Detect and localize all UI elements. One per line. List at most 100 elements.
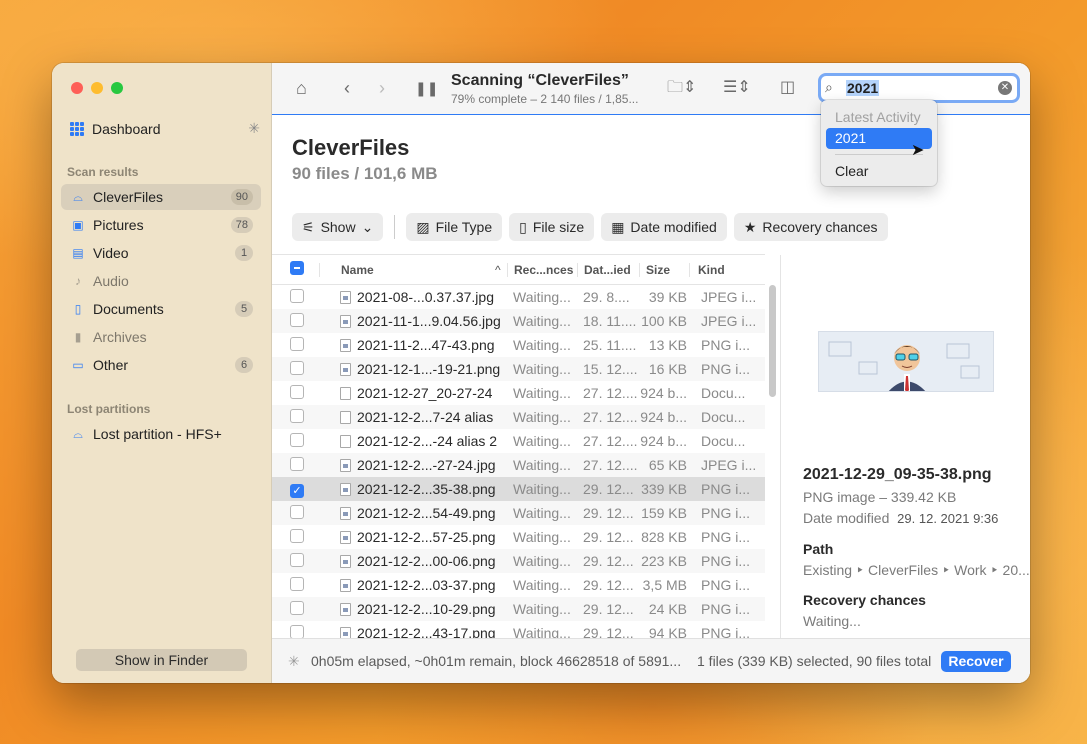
file-name: 2021-12-2...-27-24.jpg <box>357 457 496 473</box>
date-cell: 29. 8.... <box>583 289 630 305</box>
table-row[interactable]: 2021-12-2...00-06.png Waiting... 29. 12...… <box>272 549 765 573</box>
select-all-checkbox[interactable] <box>290 261 304 275</box>
table-row[interactable]: 2021-12-2...57-25.png Waiting... 29. 12...… <box>272 525 765 549</box>
table-body: 2021-08-...0.37.37.jpg Waiting... 29. 8...… <box>272 285 765 639</box>
sidebar-item-lost-partition[interactable]: ⌓ Lost partition - HFS+ <box>61 421 261 447</box>
pause-icon[interactable]: ❚❚ <box>415 77 438 99</box>
recovery-cell: Waiting... <box>513 409 571 425</box>
sidebar-item-label: Pictures <box>93 217 144 233</box>
image-file-icon <box>340 530 351 544</box>
sidebar-toggle-icon[interactable]: ◫ <box>780 77 795 99</box>
row-checkbox[interactable] <box>290 312 304 327</box>
table-row[interactable]: 2021-12-1...-19-21.png Waiting... 15. 12..… <box>272 357 765 381</box>
kind-cell: PNG i... <box>701 337 751 353</box>
row-checkbox[interactable] <box>290 432 304 447</box>
lost-partitions-list: ⌓ Lost partition - HFS+ <box>61 421 261 449</box>
zoom-window-button[interactable] <box>111 82 123 94</box>
size-cell: 3,5 MB <box>642 577 687 593</box>
table-row[interactable]: 2021-08-...0.37.37.jpg Waiting... 29. 8...… <box>272 285 765 309</box>
scrollbar[interactable] <box>769 285 776 397</box>
row-checkbox[interactable] <box>290 624 304 639</box>
table-row[interactable]: 2021-12-27_20-27-24 Waiting... 27. 12.... 9… <box>272 381 765 405</box>
minimize-window-button[interactable] <box>91 82 103 94</box>
row-checkbox[interactable]: ✓ <box>290 483 304 498</box>
row-checkbox[interactable] <box>290 456 304 471</box>
show-in-finder-button[interactable]: Show in Finder <box>76 649 247 671</box>
table-row[interactable]: 2021-12-2...-24 alias 2 Waiting... 27. 12.… <box>272 429 765 453</box>
table-row[interactable]: ✓ 2021-12-2...35-38.png Waiting... 29. 12..… <box>272 477 765 501</box>
image-file-icon <box>340 314 351 328</box>
table-row[interactable]: 2021-12-2...7-24 alias Waiting... 27. 12..… <box>272 405 765 429</box>
size-cell: 39 KB <box>648 289 687 305</box>
row-checkbox[interactable] <box>290 528 304 543</box>
sidebar-item-cleverfiles[interactable]: ⌓ CleverFiles 90 <box>61 184 261 210</box>
scan-progress-text: 79% complete – 2 140 files / 1,85... <box>451 92 639 106</box>
clear-search-icon[interactable]: ✕ <box>998 81 1012 95</box>
row-checkbox[interactable] <box>290 384 304 399</box>
kind-cell: PNG i... <box>701 481 751 497</box>
mouse-cursor-icon: ➤ <box>911 142 925 159</box>
table-row[interactable]: 2021-12-2...-27-24.jpg Waiting... 27. 12..… <box>272 453 765 477</box>
row-checkbox[interactable] <box>290 408 304 423</box>
sidebar-item-label: CleverFiles <box>93 189 164 205</box>
menu-item-clear[interactable]: Clear <box>835 163 868 179</box>
sidebar-item-dashboard[interactable]: Dashboard ✳ <box>70 120 260 137</box>
column-header-size[interactable]: Size <box>639 262 689 277</box>
column-header-date[interactable]: Dat...ied <box>577 262 639 277</box>
column-header-name[interactable]: Name ^ <box>319 262 507 277</box>
show-filter-button[interactable]: ⚟ Show ⌄ <box>292 213 384 241</box>
detail-date-value: 29. 12. 2021 9:36 <box>897 511 999 526</box>
recovery-chances-filter-button[interactable]: ★ Recovery chances <box>733 213 888 241</box>
column-header-recovery[interactable]: Rec...nces <box>507 262 577 277</box>
button-label: Recovery chances <box>762 219 878 235</box>
table-row[interactable]: 2021-12-2...43-17.png Waiting... 29. 12...… <box>272 621 765 639</box>
sidebar-item-label: Documents <box>93 301 164 317</box>
sidebar-item-archives[interactable]: ▮ Archives <box>61 324 261 350</box>
sidebar-item-other[interactable]: ▭ Other 6 <box>61 352 261 378</box>
kind-cell: PNG i... <box>701 505 751 521</box>
file-name: 2021-12-2...03-37.png <box>357 577 496 593</box>
row-checkbox[interactable] <box>290 576 304 591</box>
lost-partitions-label: Lost partitions <box>67 402 151 416</box>
search-field[interactable]: ⌕ 2021 ✕ <box>818 73 1020 103</box>
image-file-icon <box>340 338 351 352</box>
size-cell: 924 b... <box>640 385 687 401</box>
detail-filename: 2021-12-29_09-35-38.png <box>803 466 992 483</box>
document-icon: ▯ <box>519 218 527 235</box>
table-row[interactable]: 2021-12-2...10-29.png Waiting... 29. 12...… <box>272 597 765 621</box>
scan-results-label: Scan results <box>67 165 139 179</box>
file-type-filter-button[interactable]: ▨ File Type <box>406 213 503 241</box>
date-modified-filter-button[interactable]: ▦ Date modified <box>601 213 727 241</box>
sidebar-item-documents[interactable]: ▯ Documents 5 <box>61 296 261 322</box>
file-size-filter-button[interactable]: ▯ File size <box>509 213 595 241</box>
home-icon[interactable]: ⌂ <box>296 77 307 99</box>
folder-view-icon[interactable]: 🗀⇕ <box>667 77 696 99</box>
image-file-icon <box>340 362 351 376</box>
close-window-button[interactable] <box>71 82 83 94</box>
sidebar-item-label: Lost partition - HFS+ <box>93 426 222 442</box>
search-input[interactable]: 2021 <box>846 80 880 96</box>
sidebar-item-pictures[interactable]: ▣ Pictures 78 <box>61 212 261 238</box>
back-icon[interactable]: ‹ <box>344 77 350 99</box>
list-view-icon[interactable]: ☰⇕ <box>723 77 751 99</box>
table-row[interactable]: 2021-12-2...03-37.png Waiting... 29. 12...… <box>272 573 765 597</box>
date-cell: 29. 12... <box>583 505 634 521</box>
sidebar-item-audio[interactable]: ♪ Audio <box>61 268 261 294</box>
recovery-cell: Waiting... <box>513 481 571 497</box>
row-checkbox[interactable] <box>290 336 304 351</box>
row-checkbox[interactable] <box>290 504 304 519</box>
table-row[interactable]: 2021-11-1...9.04.56.jpg Waiting... 18. 11.… <box>272 309 765 333</box>
row-checkbox[interactable] <box>290 600 304 615</box>
forward-icon[interactable]: › <box>379 77 385 99</box>
table-row[interactable]: 2021-12-2...54-49.png Waiting... 29. 12...… <box>272 501 765 525</box>
row-checkbox[interactable] <box>290 552 304 567</box>
status-bar: ✳ 0h05m elapsed, ~0h01m remain, block 46… <box>272 638 1030 683</box>
recover-button[interactable]: Recover <box>941 651 1011 672</box>
count-badge: 5 <box>235 301 253 317</box>
sidebar-item-video[interactable]: ▤ Video 1 <box>61 240 261 266</box>
row-checkbox[interactable] <box>290 360 304 375</box>
column-header-kind[interactable]: Kind <box>689 262 755 277</box>
button-label: Date modified <box>630 219 717 235</box>
row-checkbox[interactable] <box>290 288 304 303</box>
table-row[interactable]: 2021-11-2...47-43.png Waiting... 25. 11...… <box>272 333 765 357</box>
